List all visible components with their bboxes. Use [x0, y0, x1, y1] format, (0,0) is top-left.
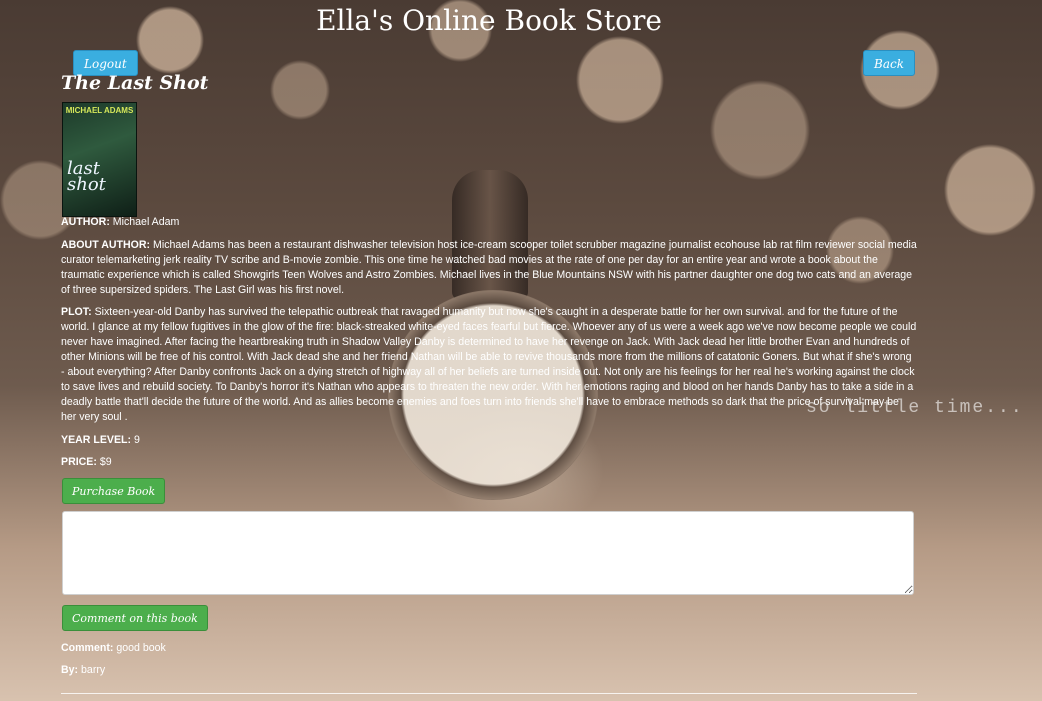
- comment-label: Comment:: [61, 642, 114, 654]
- about-author-row: ABOUT AUTHOR: Michael Adams has been a r…: [61, 238, 917, 298]
- purchase-book-button[interactable]: Purchase Book: [62, 478, 166, 504]
- book-cover-image: MICHAEL ADAMS last shot: [62, 102, 137, 217]
- about-author-text: Michael Adams has been a restaurant dish…: [61, 239, 917, 296]
- cover-author-text: MICHAEL ADAMS: [65, 106, 134, 115]
- comment-textarea[interactable]: [62, 511, 914, 595]
- book-title: The Last Shot: [61, 72, 209, 94]
- year-level-row: YEAR LEVEL: 9: [61, 433, 917, 448]
- author-row: AUTHOR: Michael Adam: [61, 215, 917, 230]
- price-row: PRICE: $9: [61, 455, 917, 470]
- cover-title-text: last shot: [67, 158, 106, 195]
- comment-on-book-button[interactable]: Comment on this book: [62, 605, 208, 631]
- author-label: AUTHOR:: [61, 216, 110, 228]
- author-value: Michael Adam: [112, 216, 180, 228]
- plot-text: Sixteen-year-old Danby has survived the …: [61, 306, 917, 423]
- comment-divider: [61, 693, 917, 694]
- plot-row: PLOT: Sixteen-year-old Danby has survive…: [61, 305, 917, 425]
- about-author-label: ABOUT AUTHOR:: [61, 239, 151, 251]
- back-button[interactable]: Back: [863, 50, 915, 76]
- comment-author-row: By: barry: [61, 664, 105, 676]
- comment-by-label: By:: [61, 664, 79, 676]
- site-title: Ella's Online Book Store: [316, 4, 662, 37]
- comment-author: barry: [81, 664, 106, 676]
- comment-row: Comment: good book: [61, 642, 166, 654]
- price-value: $9: [99, 456, 112, 468]
- price-label: PRICE:: [61, 456, 97, 468]
- year-level-label: YEAR LEVEL:: [61, 434, 132, 446]
- plot-label: PLOT:: [61, 306, 92, 318]
- year-level-value: 9: [134, 434, 140, 446]
- comment-text: good book: [116, 642, 166, 654]
